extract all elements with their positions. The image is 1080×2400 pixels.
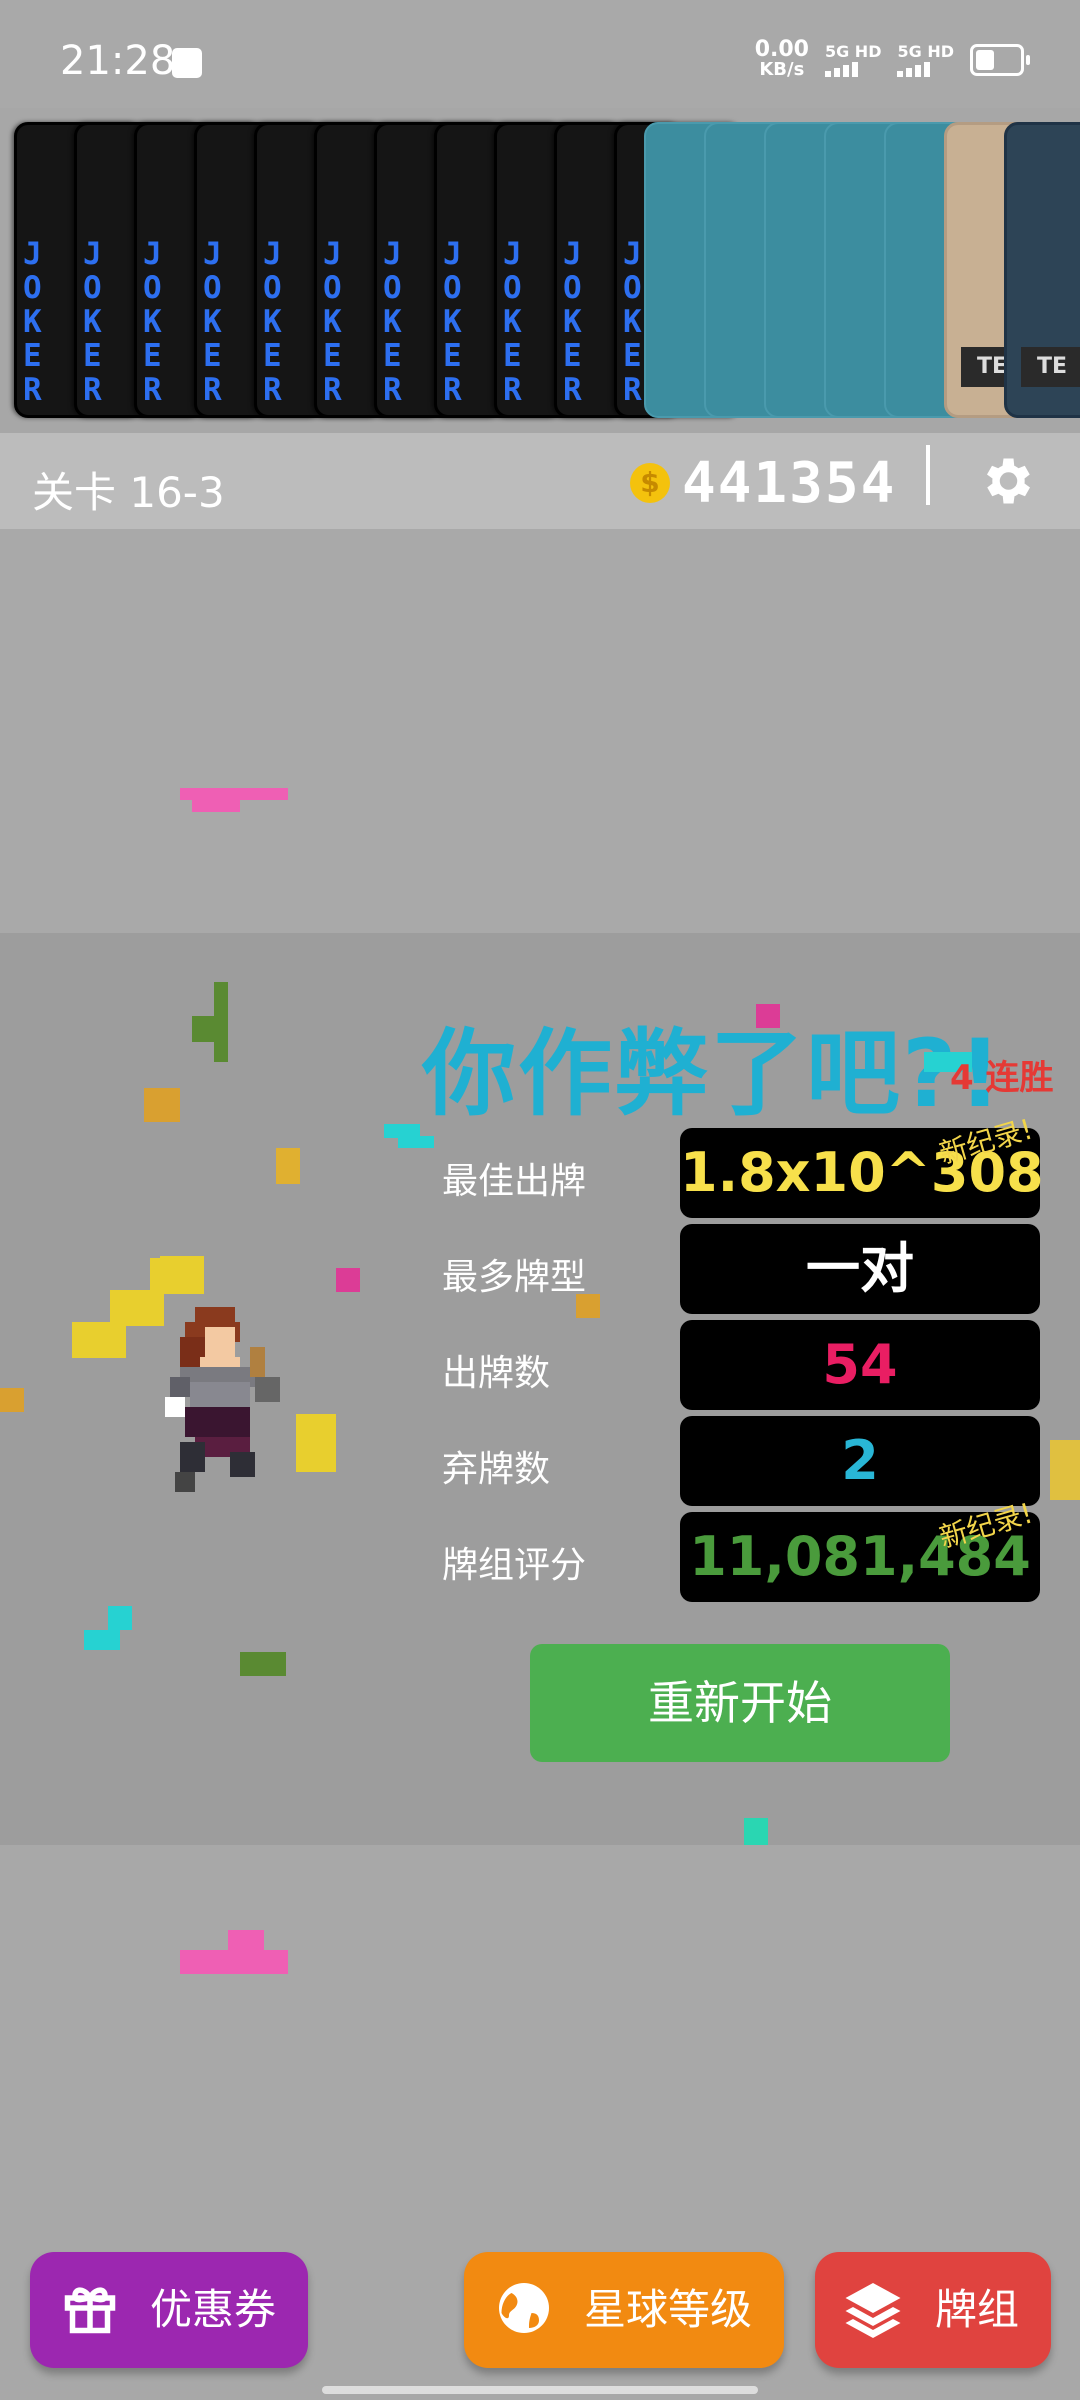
joker-card-text: J O K E R	[503, 236, 522, 408]
money-count: 441354	[682, 451, 897, 516]
confetti	[228, 1930, 264, 1954]
deck-card-strip[interactable]: J O K E R J O K E R J O K E R J O K E R J O …	[0, 108, 1080, 433]
level-label: 关卡 16-3	[32, 468, 225, 517]
net-speed: 0.00 KB/s	[754, 37, 809, 80]
coupon-label: 优惠券	[150, 2285, 277, 2334]
joker-card-text: J O K E R	[263, 236, 282, 408]
status-icons: 0.00 KB/s 5G HD 5G HD	[754, 37, 1030, 80]
joker-card-text: J O K E R	[23, 236, 42, 408]
best-hand-label: 最佳出牌	[442, 1161, 587, 1202]
globe-icon	[499, 2283, 549, 2333]
discards-value: 2	[680, 1416, 1040, 1506]
win-streak: 4 连胜	[950, 1058, 1054, 1098]
confetti	[336, 1268, 360, 1292]
result-title: 你作弊了吧?!	[422, 1020, 1004, 1129]
level-bar: 关卡 16-3 $ 441354	[0, 433, 1080, 529]
tarot-card[interactable]: TE	[1004, 122, 1080, 418]
deck-label: 牌组	[935, 2285, 1020, 2334]
status-bar: 21:28 0.00 KB/s 5G HD 5G HD	[0, 0, 1080, 108]
confetti	[72, 1322, 126, 1358]
status-time: 21:28	[60, 38, 176, 84]
gear-icon[interactable]	[976, 451, 1036, 511]
confetti	[110, 1290, 164, 1326]
confetti	[240, 1652, 286, 1676]
confetti	[276, 1148, 300, 1184]
planet-level-label: 星球等级	[584, 2285, 753, 2334]
hands-played-label: 出牌数	[442, 1353, 551, 1394]
layers-icon	[845, 2283, 901, 2338]
planet-level-button[interactable]: 星球等级	[464, 2252, 784, 2368]
divider	[926, 445, 930, 505]
deck-button[interactable]: 牌组	[815, 2252, 1051, 2368]
notification-icon	[172, 48, 202, 78]
home-indicator[interactable]	[322, 2386, 758, 2394]
confetti	[144, 1088, 180, 1122]
play-area	[0, 529, 1080, 933]
coupon-button[interactable]: 优惠券	[30, 2252, 308, 2368]
hero-sprite	[165, 1307, 280, 1492]
joker-card-text: J O K E R	[83, 236, 102, 408]
confetti	[192, 800, 240, 812]
confetti	[0, 1388, 24, 1412]
confetti	[180, 788, 288, 800]
confetti	[756, 1004, 780, 1028]
confetti	[192, 1016, 228, 1042]
confetti	[296, 1414, 336, 1472]
discards-label: 弃牌数	[442, 1449, 551, 1490]
joker-card-text: J O K E R	[383, 236, 402, 408]
confetti	[108, 1606, 132, 1630]
battery-icon	[970, 44, 1030, 76]
confetti	[398, 1136, 434, 1148]
card-tag: TE	[1021, 347, 1080, 387]
most-hand-type-value: 一对	[680, 1224, 1040, 1314]
joker-card-text: J O K E R	[203, 236, 222, 408]
confetti	[84, 1630, 120, 1650]
coin-icon: $	[630, 463, 670, 503]
deck-score-label: 牌组评分	[442, 1545, 587, 1586]
hands-played-value: 54	[680, 1320, 1040, 1410]
gift-icon	[64, 2287, 116, 2334]
signal-icon-1: 5G HD	[824, 43, 881, 77]
joker-card-text: J O K E R	[563, 236, 582, 408]
restart-button[interactable]: 重新开始	[530, 1644, 950, 1762]
most-hand-type-label: 最多牌型	[442, 1257, 587, 1298]
confetti	[1050, 1440, 1080, 1500]
joker-card-text: J O K E R	[443, 236, 462, 408]
joker-card-text: J O K E R	[623, 236, 642, 408]
confetti	[160, 1256, 204, 1280]
joker-card-text: J O K E R	[143, 236, 162, 408]
signal-icon-2: 5G HD	[897, 43, 954, 77]
joker-card-text: J O K E R	[323, 236, 342, 408]
